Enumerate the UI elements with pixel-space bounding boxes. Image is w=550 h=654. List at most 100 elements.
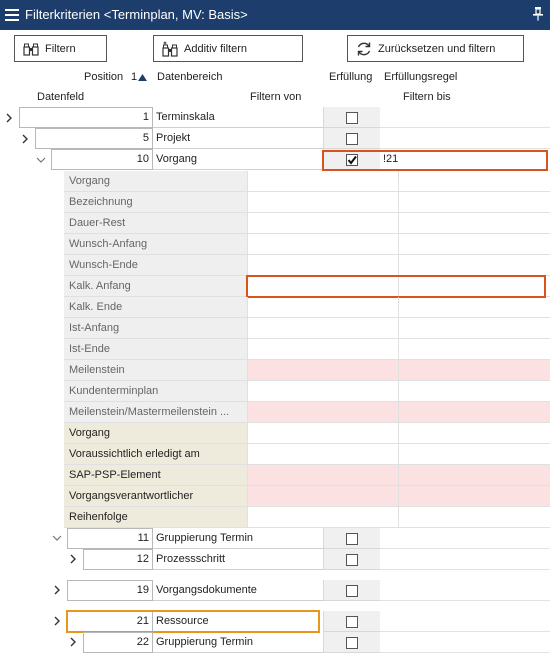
row-position: 12 [83,549,153,570]
field-row[interactable]: Wunsch-Anfang [64,234,550,255]
filter-from-input[interactable] [247,297,398,318]
row-rule[interactable] [380,611,550,632]
filter-to-input[interactable] [398,318,550,339]
field-row[interactable]: Meilenstein [64,360,550,381]
filter-to-input[interactable] [398,297,550,318]
row-rule[interactable] [380,632,550,653]
field-row[interactable]: Ist-Ende [64,339,550,360]
filter-from-input[interactable] [247,213,398,234]
field-row[interactable]: SAP-PSP-Element [64,465,550,486]
filter-from-input[interactable] [247,192,398,213]
filter-from-input[interactable] [247,171,398,192]
filter-from-input[interactable] [247,402,398,423]
filter-to-input[interactable] [398,255,550,276]
filter-from-input[interactable] [247,381,398,402]
row-position: 1 [19,107,153,128]
erfuellung-checkbox[interactable] [346,112,358,124]
filter-to-input[interactable] [398,381,550,402]
erfuellung-checkbox[interactable] [346,585,358,597]
field-name: Kalk. Anfang [64,276,247,297]
column-header-erfuellungsregel[interactable]: Erfüllungsregel [384,71,457,83]
expand-chevron-icon[interactable] [52,616,62,626]
filter-to-input[interactable] [398,486,550,507]
row-rule[interactable] [380,107,550,128]
collapse-chevron-icon[interactable] [52,533,62,543]
binoculars-icon [23,43,39,56]
filter-to-input[interactable] [398,192,550,213]
field-name: Vorgang [64,423,247,444]
column-header-datenbereich[interactable]: Datenbereich [157,71,222,83]
row-datenbereich: Vorgangsdokumente [153,580,323,601]
additive-filter-button[interactable]: Additiv filtern [153,35,303,62]
field-row[interactable]: Vorgang [64,423,550,444]
sort-ascending-icon[interactable] [138,74,147,81]
column-header-filtern-bis[interactable]: Filtern bis [403,91,451,103]
column-header-erfuellung[interactable]: Erfüllung [329,71,372,83]
filter-from-input[interactable] [247,444,398,465]
filter-to-input[interactable] [398,444,550,465]
filter-from-input[interactable] [247,234,398,255]
field-name: Reihenfolge [64,507,247,528]
hamburger-icon[interactable] [5,9,19,21]
erfuellung-checkbox[interactable] [346,637,358,649]
filter-from-input[interactable] [247,360,398,381]
row-rule[interactable] [380,128,550,149]
field-name: Meilenstein [64,360,247,381]
column-header-filtern-von[interactable]: Filtern von [250,91,301,103]
filter-to-input[interactable] [398,507,550,528]
field-row[interactable]: Vorgangsverantwortlicher [64,486,550,507]
collapse-chevron-icon[interactable] [36,155,46,165]
expand-chevron-icon[interactable] [4,113,14,123]
filter-from-input[interactable] [247,465,398,486]
erfuellung-checkbox[interactable] [346,533,358,545]
filter-from-input[interactable] [247,318,398,339]
field-row[interactable]: Ist-Anfang [64,318,550,339]
field-name: Vorgang [64,171,247,192]
filter-from-input[interactable] [247,507,398,528]
erfuellung-checkbox[interactable] [346,554,358,566]
erfuellung-cell [323,632,380,653]
field-row[interactable]: Meilenstein/Mastermeilenstein ... [64,402,550,423]
focus-highlight [66,610,320,633]
row-rule[interactable] [380,528,550,549]
filter-button[interactable]: Filtern [14,35,107,62]
filter-to-input[interactable] [398,465,550,486]
expand-chevron-icon[interactable] [68,554,78,564]
row-rule[interactable] [380,580,550,601]
filter-from-input[interactable] [247,423,398,444]
field-row[interactable]: Bezeichnung [64,192,550,213]
field-row[interactable]: Voraussichtlich erledigt am [64,444,550,465]
filter-to-input[interactable] [398,423,550,444]
filter-to-input[interactable] [398,171,550,192]
filter-to-input[interactable] [398,402,550,423]
field-name: Ist-Anfang [64,318,247,339]
erfuellung-checkbox[interactable] [346,616,358,628]
column-header-position[interactable]: Position [84,71,123,83]
expand-chevron-icon[interactable] [52,585,62,595]
pin-icon[interactable] [532,6,544,22]
sort-index: 1 [131,71,138,83]
field-row[interactable]: Vorgang [64,171,550,192]
filter-to-input[interactable] [398,360,550,381]
row-position: 5 [35,128,153,149]
field-row[interactable]: Kundenterminplan [64,381,550,402]
erfuellung-checkbox[interactable] [346,133,358,145]
filter-to-input[interactable] [398,234,550,255]
filter-from-input[interactable] [247,255,398,276]
filter-to-input[interactable] [398,213,550,234]
field-row[interactable]: Kalk. Ende [64,297,550,318]
filter-from-input[interactable] [247,339,398,360]
field-row[interactable]: Wunsch-Ende [64,255,550,276]
row-rule[interactable] [380,549,550,570]
expand-chevron-icon[interactable] [68,637,78,647]
refresh-icon [357,42,371,55]
expand-chevron-icon[interactable] [20,134,30,144]
reset-filter-button[interactable]: Zurücksetzen und filtern [347,35,524,62]
selection-highlight [246,275,546,298]
column-header-datenfeld[interactable]: Datenfeld [37,91,84,103]
filter-from-input[interactable] [247,486,398,507]
erfuellung-cell [323,580,380,601]
field-row[interactable]: Reihenfolge [64,507,550,528]
field-row[interactable]: Dauer-Rest [64,213,550,234]
filter-to-input[interactable] [398,339,550,360]
